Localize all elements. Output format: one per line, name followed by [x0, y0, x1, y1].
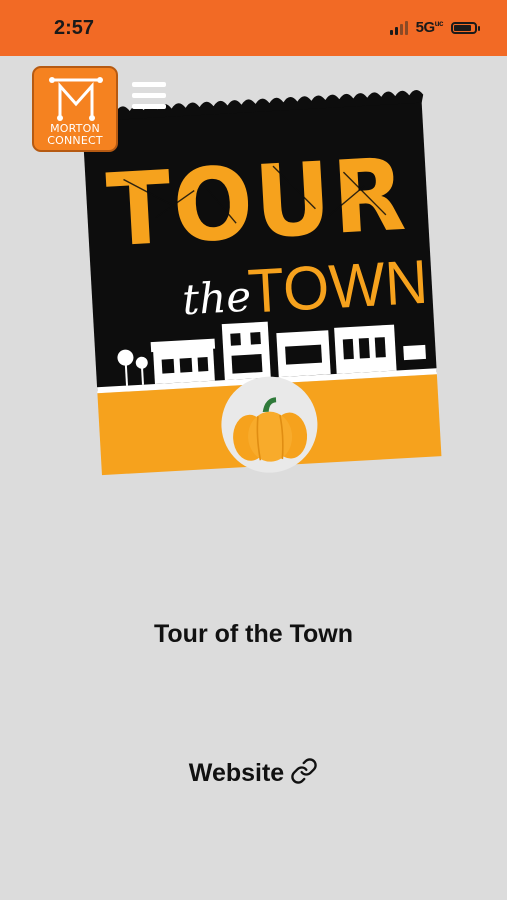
website-link[interactable]: Website — [0, 757, 507, 788]
signal-icon — [389, 20, 408, 35]
tour-the-town-poster: TOUR the TOWN — [81, 89, 442, 476]
status-indicators: 5Guc — [389, 19, 480, 36]
m-logo-icon — [49, 77, 103, 121]
page-title: Tour of the Town — [153, 620, 354, 648]
website-label: Website — [188, 759, 285, 787]
morton-connect-logo[interactable]: MORTON CONNECT — [32, 66, 118, 152]
network-label: 5Guc — [415, 19, 444, 36]
status-time: 2:57 — [54, 17, 95, 39]
status-bar: 2:57 5Guc — [0, 0, 507, 56]
battery-icon — [451, 21, 480, 34]
link-icon — [291, 758, 317, 784]
poster-title-the: the — [181, 272, 252, 325]
poster-title-tour: TOUR — [104, 136, 410, 270]
logo-text-connect: CONNECT — [47, 134, 103, 147]
poster-title-town: TOWN — [246, 248, 430, 327]
hamburger-menu-icon[interactable] — [132, 82, 168, 114]
